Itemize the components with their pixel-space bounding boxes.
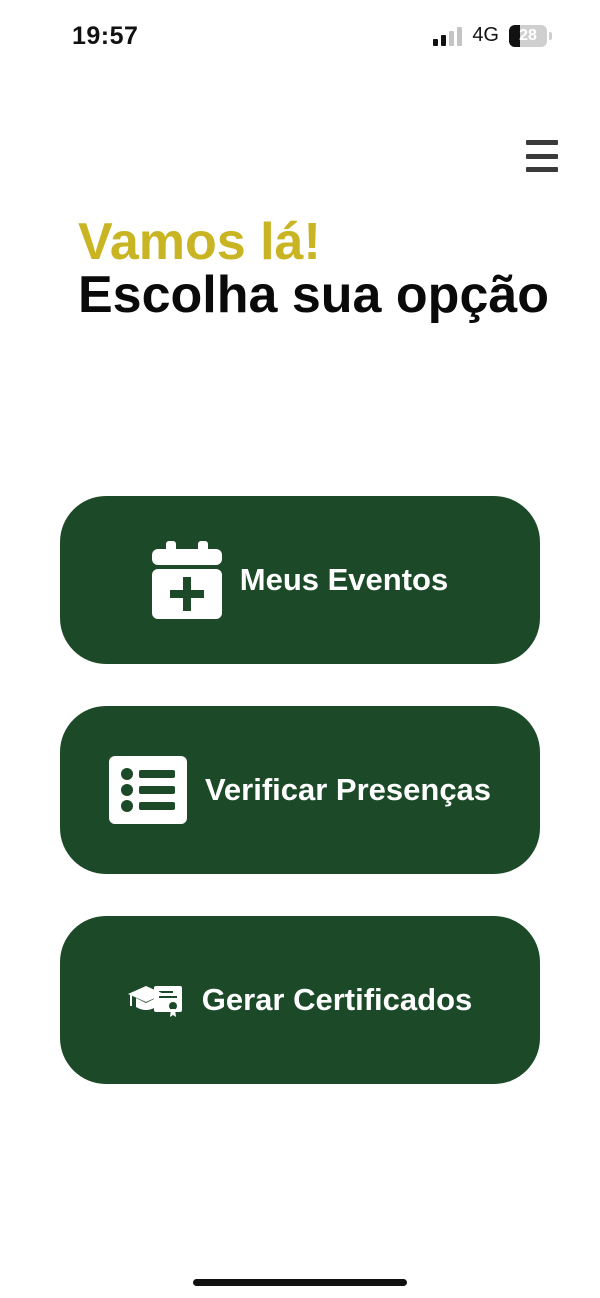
- menu-bar: [526, 167, 558, 172]
- greeting-title: Vamos lá!: [78, 213, 321, 271]
- network-type: 4G: [472, 24, 499, 46]
- menu-bar: [526, 153, 558, 159]
- status-indicators: 4G 28: [433, 24, 552, 47]
- battery-level: 28: [519, 26, 537, 44]
- hamburger-menu-icon[interactable]: [526, 140, 558, 172]
- status-bar: 19:57 4G 28: [0, 0, 600, 72]
- battery-cap: [549, 31, 552, 40]
- battery-icon: 28: [509, 24, 547, 47]
- list-icon: [108, 756, 187, 824]
- gerar-certificados-button[interactable]: Gerar Certificados: [60, 916, 540, 1084]
- home-indicator: [193, 1279, 407, 1286]
- option-label: Gerar Certificados: [201, 982, 473, 1017]
- option-label: Verificar Presenças: [204, 772, 492, 807]
- page-subtitle: Escolha sua opção: [78, 266, 550, 324]
- calendar-plus-icon: [151, 541, 222, 619]
- verificar-presencas-button[interactable]: Verificar Presenças: [60, 706, 540, 874]
- status-time: 19:57: [72, 22, 139, 50]
- graduation-certificate-icon: [127, 982, 184, 1018]
- option-label: Meus Eventos: [239, 562, 449, 597]
- cellular-signal-icon: [433, 26, 463, 46]
- app-screen: 19:57 4G 28 Vamos lá! Escolha sua opção: [0, 0, 600, 1298]
- menu-bar: [526, 140, 558, 145]
- meus-eventos-button[interactable]: Meus Eventos: [60, 496, 540, 664]
